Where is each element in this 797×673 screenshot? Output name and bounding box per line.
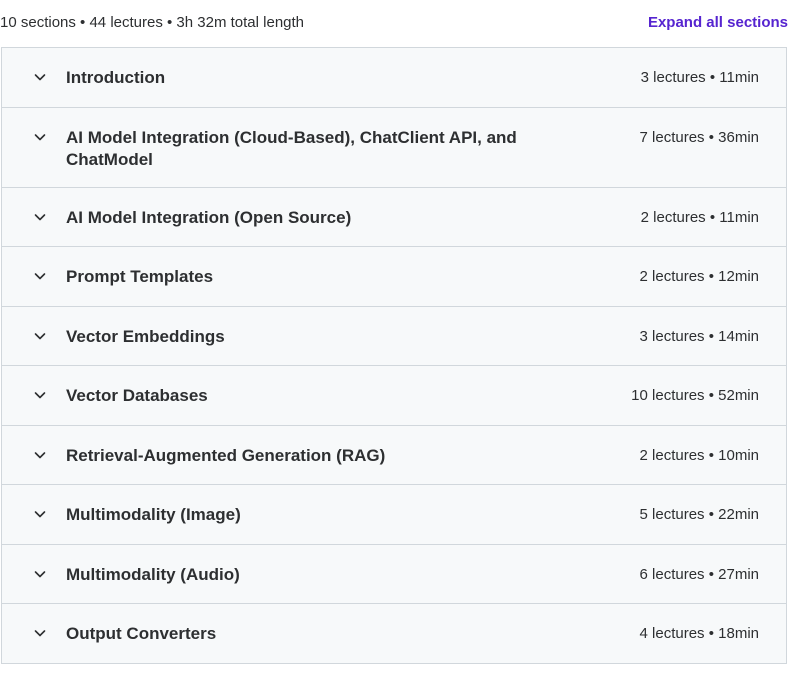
section-meta: 2 lectures • 11min xyxy=(640,208,759,226)
section-title: Multimodality (Image) xyxy=(66,505,241,524)
curriculum-summary: 10 sections • 44 lectures • 3h 32m total… xyxy=(0,14,305,31)
curriculum-header: 10 sections • 44 lectures • 3h 32m total… xyxy=(0,0,788,47)
section-title: Output Converters xyxy=(66,624,217,643)
section-output-converters[interactable]: Output Converters 4 lectures • 18min xyxy=(2,604,786,664)
section-vector-databases[interactable]: Vector Databases 10 lectures • 52min xyxy=(2,366,786,426)
chevron-down-icon xyxy=(33,70,47,84)
section-rag[interactable]: Retrieval-Augmented Generation (RAG) 2 l… xyxy=(2,425,786,485)
section-title: Vector Databases xyxy=(66,386,208,405)
section-title: Introduction xyxy=(66,68,166,87)
expand-all-sections-button[interactable]: Expand all sections xyxy=(648,14,788,31)
section-ai-model-integration-open-source[interactable]: AI Model Integration (Open Source) 2 lec… xyxy=(2,187,786,247)
section-meta: 3 lectures • 14min xyxy=(639,327,759,345)
section-list: Introduction 3 lectures • 11min AI Model… xyxy=(1,47,787,664)
chevron-down-icon xyxy=(33,388,47,402)
section-vector-embeddings[interactable]: Vector Embeddings 3 lectures • 14min xyxy=(2,306,786,366)
chevron-down-icon xyxy=(33,626,47,640)
chevron-down-icon xyxy=(33,210,47,224)
section-title: Vector Embeddings xyxy=(66,326,225,346)
chevron-down-icon xyxy=(33,130,47,144)
section-title: Multimodality (Audio) xyxy=(66,564,240,584)
chevron-down-icon xyxy=(33,269,47,283)
section-meta: 4 lectures • 18min xyxy=(639,625,759,642)
section-title: Prompt Templates xyxy=(66,267,214,286)
section-title: Retrieval-Augmented Generation (RAG) xyxy=(66,445,386,465)
section-meta: 10 lectures • 52min xyxy=(631,387,759,404)
section-meta: 5 lectures • 22min xyxy=(639,506,759,523)
section-multimodality-audio[interactable]: Multimodality (Audio) 6 lectures • 27min xyxy=(2,544,786,604)
chevron-down-icon xyxy=(33,448,47,462)
section-introduction[interactable]: Introduction 3 lectures • 11min xyxy=(2,48,786,108)
chevron-down-icon xyxy=(33,507,47,521)
section-meta: 2 lectures • 10min xyxy=(639,446,759,464)
section-title: AI Model Integration (Open Source) xyxy=(66,207,352,227)
section-meta: 3 lectures • 11min xyxy=(640,69,759,86)
chevron-down-icon xyxy=(33,329,47,343)
section-meta: 2 lectures • 12min xyxy=(639,268,759,285)
section-ai-model-integration-cloud[interactable]: AI Model Integration (Cloud-Based), Chat… xyxy=(2,107,786,188)
section-meta: 7 lectures • 36min xyxy=(639,128,759,146)
section-title: AI Model Integration (Cloud-Based), Chat… xyxy=(66,127,517,169)
chevron-down-icon xyxy=(33,567,47,581)
section-meta: 6 lectures • 27min xyxy=(639,565,759,583)
section-prompt-templates[interactable]: Prompt Templates 2 lectures • 12min xyxy=(2,247,786,307)
section-multimodality-image[interactable]: Multimodality (Image) 5 lectures • 22min xyxy=(2,485,786,545)
